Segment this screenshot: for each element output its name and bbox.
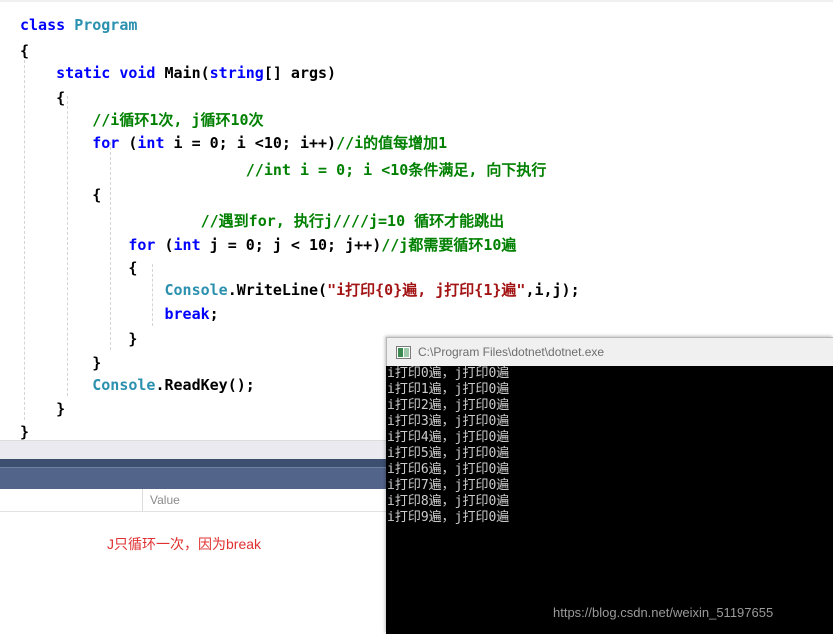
code-token-kw: static [56, 64, 120, 82]
code-token-plain: [] args) [263, 64, 337, 82]
code-line[interactable]: { [20, 182, 101, 208]
annotation-note-break: J只循环一次，因为break [107, 536, 262, 552]
code-token-plain: { [20, 42, 30, 60]
watermark-url: https://blog.csdn.net/weixin_51197655 [553, 605, 774, 620]
code-token-kw: void [119, 64, 165, 82]
code-token-cls: Console [164, 281, 228, 299]
code-token-kw: for [92, 134, 129, 152]
code-line[interactable]: //int i = 0; i <10条件满足, 向下执行 [20, 157, 547, 183]
code-token-plain: i = 0; i <10; i++) [173, 134, 337, 152]
code-line[interactable]: static void Main(string[] args) [20, 60, 336, 86]
code-line[interactable]: for (int i = 0; i <10; i++)//i的值每增加1 [20, 130, 447, 156]
code-token-kw: for [128, 236, 165, 254]
console-window[interactable]: C:\Program Files\dotnet\dotnet.exe i打印0遍… [386, 337, 833, 634]
console-title-text: C:\Program Files\dotnet\dotnet.exe [418, 345, 605, 359]
code-token-plain: { [20, 259, 138, 277]
console-app-icon [396, 346, 411, 359]
column-header-value: Value [150, 493, 180, 507]
code-token-cls: Program [74, 16, 138, 34]
code-token-cls: Console [92, 376, 156, 394]
console-output-line: i打印9遍，j打印0遍 [387, 510, 510, 525]
code-token-plain: } [20, 423, 30, 440]
code-token-plain: { [20, 186, 102, 204]
console-output-line: i打印8遍，j打印0遍 [387, 494, 510, 509]
editor-top-rule [0, 0, 833, 2]
code-token-plain: ,i,j); [525, 281, 580, 299]
code-token-plain: .WriteLine( [227, 281, 328, 299]
code-token-cmt: //i循环1次, j循环10次 [92, 111, 264, 129]
code-line[interactable]: class Program [20, 12, 137, 38]
code-token-kw: string [209, 64, 264, 82]
code-token-cmt: //遇到for, 执行j////j=10 循环才能跳出 [200, 212, 505, 230]
code-token-plain: j = 0; j < 10; j++) [209, 236, 382, 254]
code-token-plain: .ReadKey(); [155, 376, 255, 394]
console-titlebar[interactable]: C:\Program Files\dotnet\dotnet.exe [386, 337, 833, 366]
console-output-line: i打印4遍，j打印0遍 [387, 430, 510, 445]
code-line[interactable]: break; [20, 301, 219, 327]
code-token-cmt: //i的值每增加1 [336, 134, 448, 152]
console-output-line: i打印5遍，j打印0遍 [387, 446, 510, 461]
code-token-kw: class [20, 16, 75, 34]
code-token-plain: } [20, 330, 138, 348]
code-token-kw: int [173, 236, 210, 254]
code-token-plain: ; [209, 305, 219, 323]
column-separator[interactable] [142, 489, 143, 511]
code-token-plain: ( [164, 236, 174, 254]
console-output-line: i打印1遍，j打印0遍 [387, 382, 510, 397]
code-token-kw: break [164, 305, 210, 323]
code-line[interactable]: } [20, 326, 137, 352]
code-line[interactable]: //遇到for, 执行j////j=10 循环才能跳出 [20, 208, 505, 234]
console-output-line: i打印0遍，j打印0遍 [387, 366, 510, 381]
console-output-line: i打印7遍，j打印0遍 [387, 478, 510, 493]
code-token-plain: } [20, 354, 102, 372]
console-output-area[interactable]: i打印0遍，j打印0遍 i打印1遍，j打印0遍 i打印2遍，j打印0遍 i打印3遍，j… [386, 366, 833, 634]
code-token-cmt: //int i = 0; i <10条件满足, 向下执行 [245, 161, 547, 179]
code-token-kw: int [137, 134, 174, 152]
code-line[interactable]: Console.ReadKey(); [20, 372, 255, 398]
code-token-plain: } [20, 400, 66, 418]
code-token-plain: Main( [164, 64, 210, 82]
code-token-str: "i打印{0}遍, j打印{1}遍" [327, 281, 526, 299]
code-line[interactable]: } [20, 419, 29, 440]
console-output-line: i打印3遍，j打印0遍 [387, 414, 510, 429]
console-output-line: i打印2遍，j打印0遍 [387, 398, 510, 413]
code-token-cmt: //j都需要循环10遍 [381, 236, 517, 254]
code-token-plain: { [20, 89, 66, 107]
code-line[interactable]: Console.WriteLine("i打印{0}遍, j打印{1}遍",i,j… [20, 277, 580, 303]
console-output-line: i打印6遍，j打印0遍 [387, 462, 510, 477]
